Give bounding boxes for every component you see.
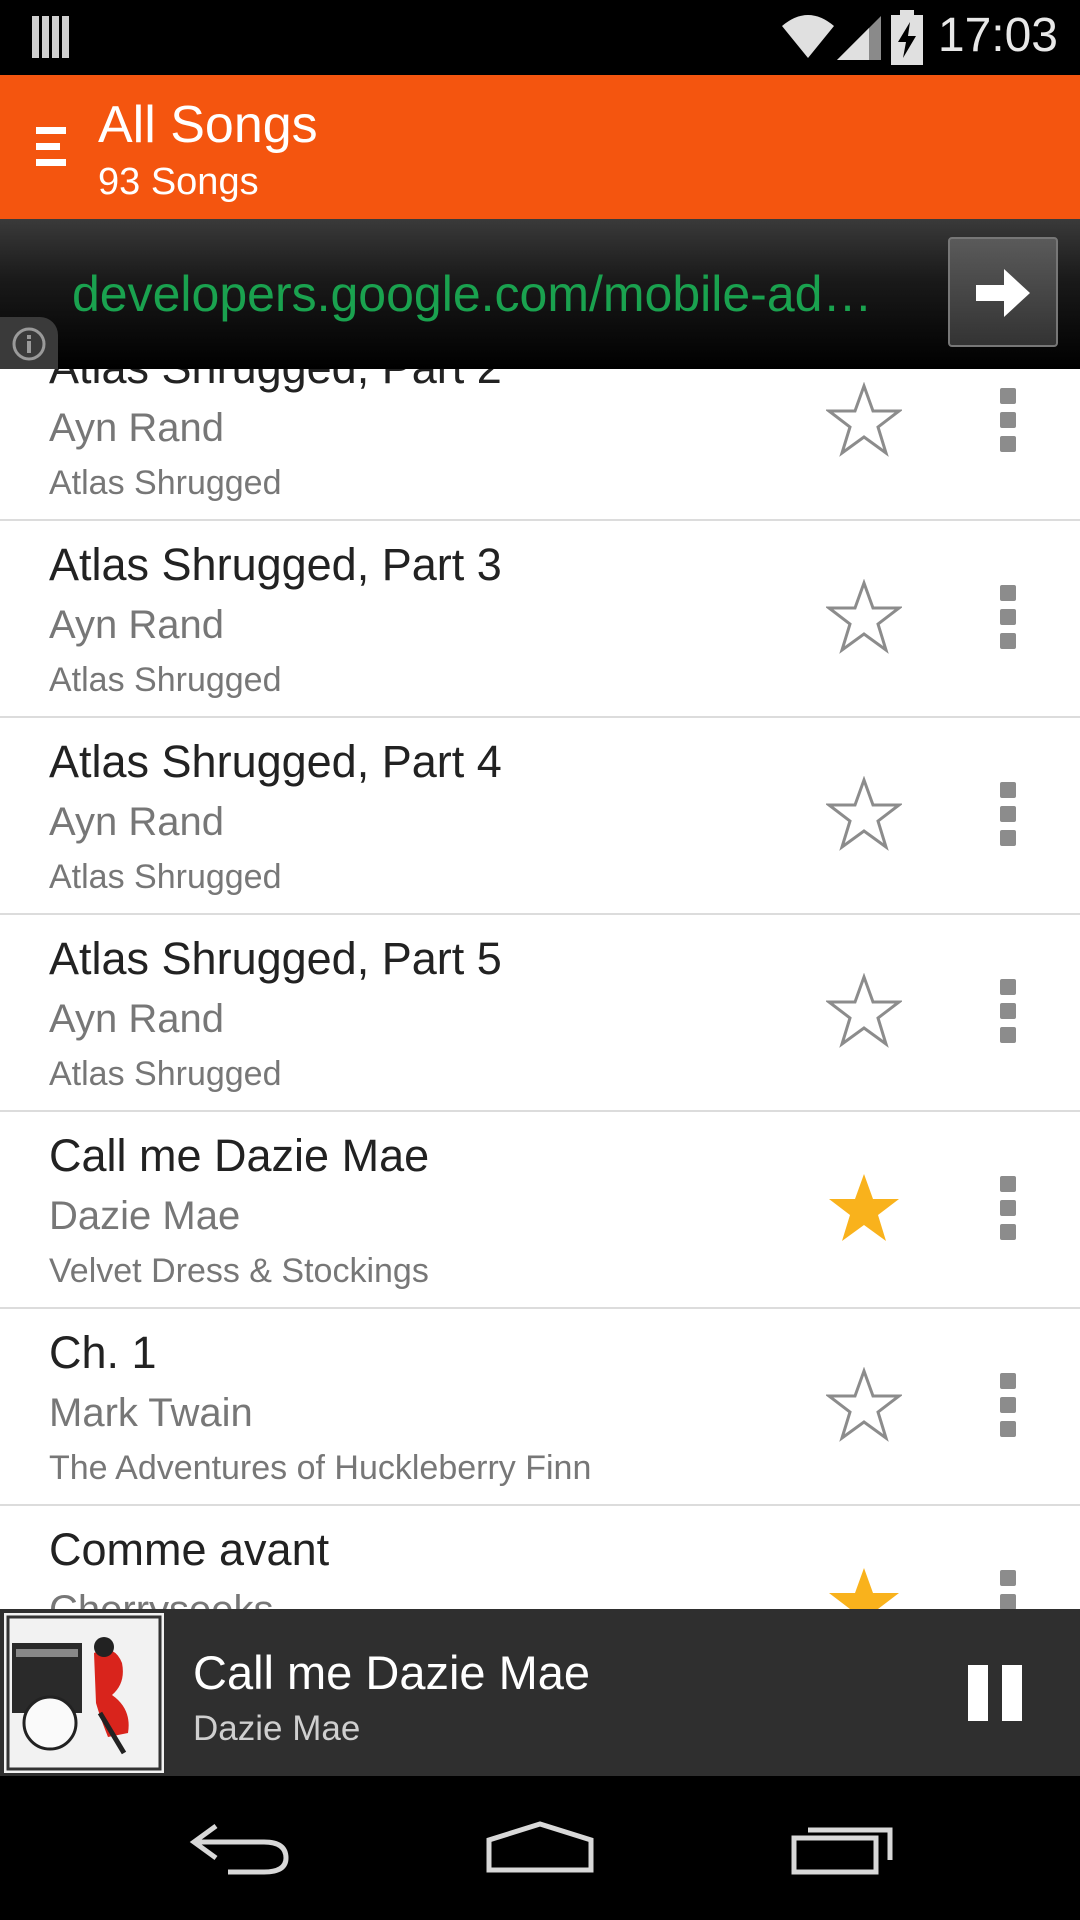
overflow-menu-icon[interactable] xyxy=(990,1170,1026,1246)
pause-icon-bar-right xyxy=(1002,1665,1022,1721)
song-artist: Dazie Mae xyxy=(49,1194,241,1238)
overflow-dot xyxy=(1000,1003,1016,1019)
song-album: The Adventures of Huckleberry Finn xyxy=(49,1449,592,1487)
overflow-menu-icon[interactable] xyxy=(990,1367,1026,1443)
overflow-dot xyxy=(1000,388,1016,404)
overflow-menu-icon[interactable] xyxy=(990,1564,1026,1609)
overflow-dot xyxy=(1000,412,1016,428)
cell-signal-icon xyxy=(837,16,881,60)
status-time: 17:03 xyxy=(937,9,1058,62)
song-row[interactable]: Call me Dazie Mae Dazie Mae Velvet Dress &… xyxy=(0,1112,1080,1309)
ad-go-button[interactable] xyxy=(948,237,1058,347)
overflow-dot xyxy=(1000,1027,1016,1043)
overflow-dot xyxy=(1000,609,1016,625)
star-outline-icon[interactable] xyxy=(826,776,902,852)
star-outline-icon[interactable] xyxy=(826,1367,902,1443)
song-artist: Ayn Rand xyxy=(49,997,224,1041)
overflow-dot xyxy=(1000,1570,1016,1586)
info-icon xyxy=(12,327,46,361)
song-artist: Cherryseeks xyxy=(49,1588,274,1609)
overflow-menu-icon[interactable] xyxy=(990,973,1026,1049)
overflow-menu-icon[interactable] xyxy=(990,776,1026,852)
song-row[interactable]: Atlas Shrugged, Part 2 Ayn Rand Atlas Shru… xyxy=(0,369,1080,521)
song-album: Atlas Shrugged xyxy=(49,858,282,896)
arrow-right-icon xyxy=(976,269,1030,317)
overflow-menu-icon[interactable] xyxy=(990,382,1026,458)
page-title[interactable]: All Songs xyxy=(98,95,318,155)
action-bar: All Songs 93 Songs xyxy=(0,75,1080,219)
overflow-menu-icon[interactable] xyxy=(990,579,1026,655)
overflow-dot xyxy=(1000,1594,1016,1609)
overflow-dot xyxy=(1000,1176,1016,1192)
pause-button[interactable] xyxy=(968,1665,1024,1721)
now-playing-artist: Dazie Mae xyxy=(193,1709,361,1748)
overflow-dot xyxy=(1000,633,1016,649)
song-title: Call me Dazie Mae xyxy=(49,1130,430,1181)
song-row[interactable]: Atlas Shrugged, Part 5 Ayn Rand Atlas Shru… xyxy=(0,915,1080,1112)
battery-charging-icon xyxy=(891,10,923,65)
song-artist: Ayn Rand xyxy=(49,800,224,844)
navigation-bar xyxy=(0,1776,1080,1920)
song-album: Velvet Dress & Stockings xyxy=(49,1252,429,1290)
wifi-icon xyxy=(782,15,834,58)
star-outline-icon[interactable] xyxy=(826,579,902,655)
now-playing-title[interactable]: Call me Dazie Mae xyxy=(193,1645,590,1700)
song-title: Comme avant xyxy=(49,1524,330,1575)
song-row[interactable]: Ch. 1 Mark Twain The Adventures of Huckleb… xyxy=(0,1309,1080,1506)
ad-banner[interactable]: developers.google.com/mobile-ad… xyxy=(0,219,1080,369)
ad-url-text[interactable]: developers.google.com/mobile-ad… xyxy=(72,265,922,323)
song-album: Atlas Shrugged xyxy=(49,464,282,502)
ad-info-button[interactable] xyxy=(0,317,58,369)
menu-icon[interactable] xyxy=(36,125,68,169)
home-icon[interactable] xyxy=(485,1820,595,1876)
star-filled-icon[interactable] xyxy=(826,1564,902,1609)
song-title: Atlas Shrugged, Part 5 xyxy=(49,933,502,984)
back-icon[interactable] xyxy=(188,1820,294,1876)
overflow-dot xyxy=(1000,585,1016,601)
overflow-dot xyxy=(1000,782,1016,798)
song-album: Atlas Shrugged xyxy=(49,661,282,699)
overflow-dot xyxy=(1000,436,1016,452)
song-album: Atlas Shrugged xyxy=(49,1055,282,1093)
overflow-dot xyxy=(1000,830,1016,846)
overflow-dot xyxy=(1000,1200,1016,1216)
song-artist: Ayn Rand xyxy=(49,603,224,647)
song-row[interactable]: Comme avant Cherryseeks xyxy=(0,1506,1080,1609)
song-title: Ch. 1 xyxy=(49,1327,157,1378)
overflow-dot xyxy=(1000,979,1016,995)
overflow-dot xyxy=(1000,1224,1016,1240)
song-list[interactable]: Atlas Shrugged, Part 2Ayn RandAtlas Shru… xyxy=(0,369,1080,1609)
song-artist: Mark Twain xyxy=(49,1391,253,1435)
recent-apps-icon[interactable] xyxy=(790,1820,896,1876)
song-row[interactable]: Atlas Shrugged, Part 4 Ayn Rand Atlas Shru… xyxy=(0,718,1080,915)
song-row[interactable]: Atlas Shrugged, Part 3 Ayn Rand Atlas Shru… xyxy=(0,521,1080,718)
song-count: 93 Songs xyxy=(98,161,259,203)
status-bar: 17:03 xyxy=(0,0,1080,75)
star-outline-icon[interactable] xyxy=(826,973,902,1049)
pause-icon-bar-left xyxy=(968,1665,988,1721)
overflow-dot xyxy=(1000,1421,1016,1437)
song-title: Atlas Shrugged, Part 3 xyxy=(49,539,502,590)
overflow-dot xyxy=(1000,1397,1016,1413)
song-title: Atlas Shrugged, Part 4 xyxy=(49,736,502,787)
star-outline-icon[interactable] xyxy=(826,382,902,458)
notification-bars-icon xyxy=(32,16,69,58)
now-playing-bar[interactable]: Call me Dazie Mae Dazie Mae xyxy=(0,1609,1080,1776)
star-filled-icon[interactable] xyxy=(826,1170,902,1246)
album-art[interactable] xyxy=(4,1613,164,1773)
overflow-dot xyxy=(1000,1373,1016,1389)
song-artist: Ayn Rand xyxy=(49,406,224,450)
album-art-image xyxy=(4,1613,164,1773)
song-title: Atlas Shrugged, Part 2 xyxy=(49,369,502,394)
overflow-dot xyxy=(1000,806,1016,822)
